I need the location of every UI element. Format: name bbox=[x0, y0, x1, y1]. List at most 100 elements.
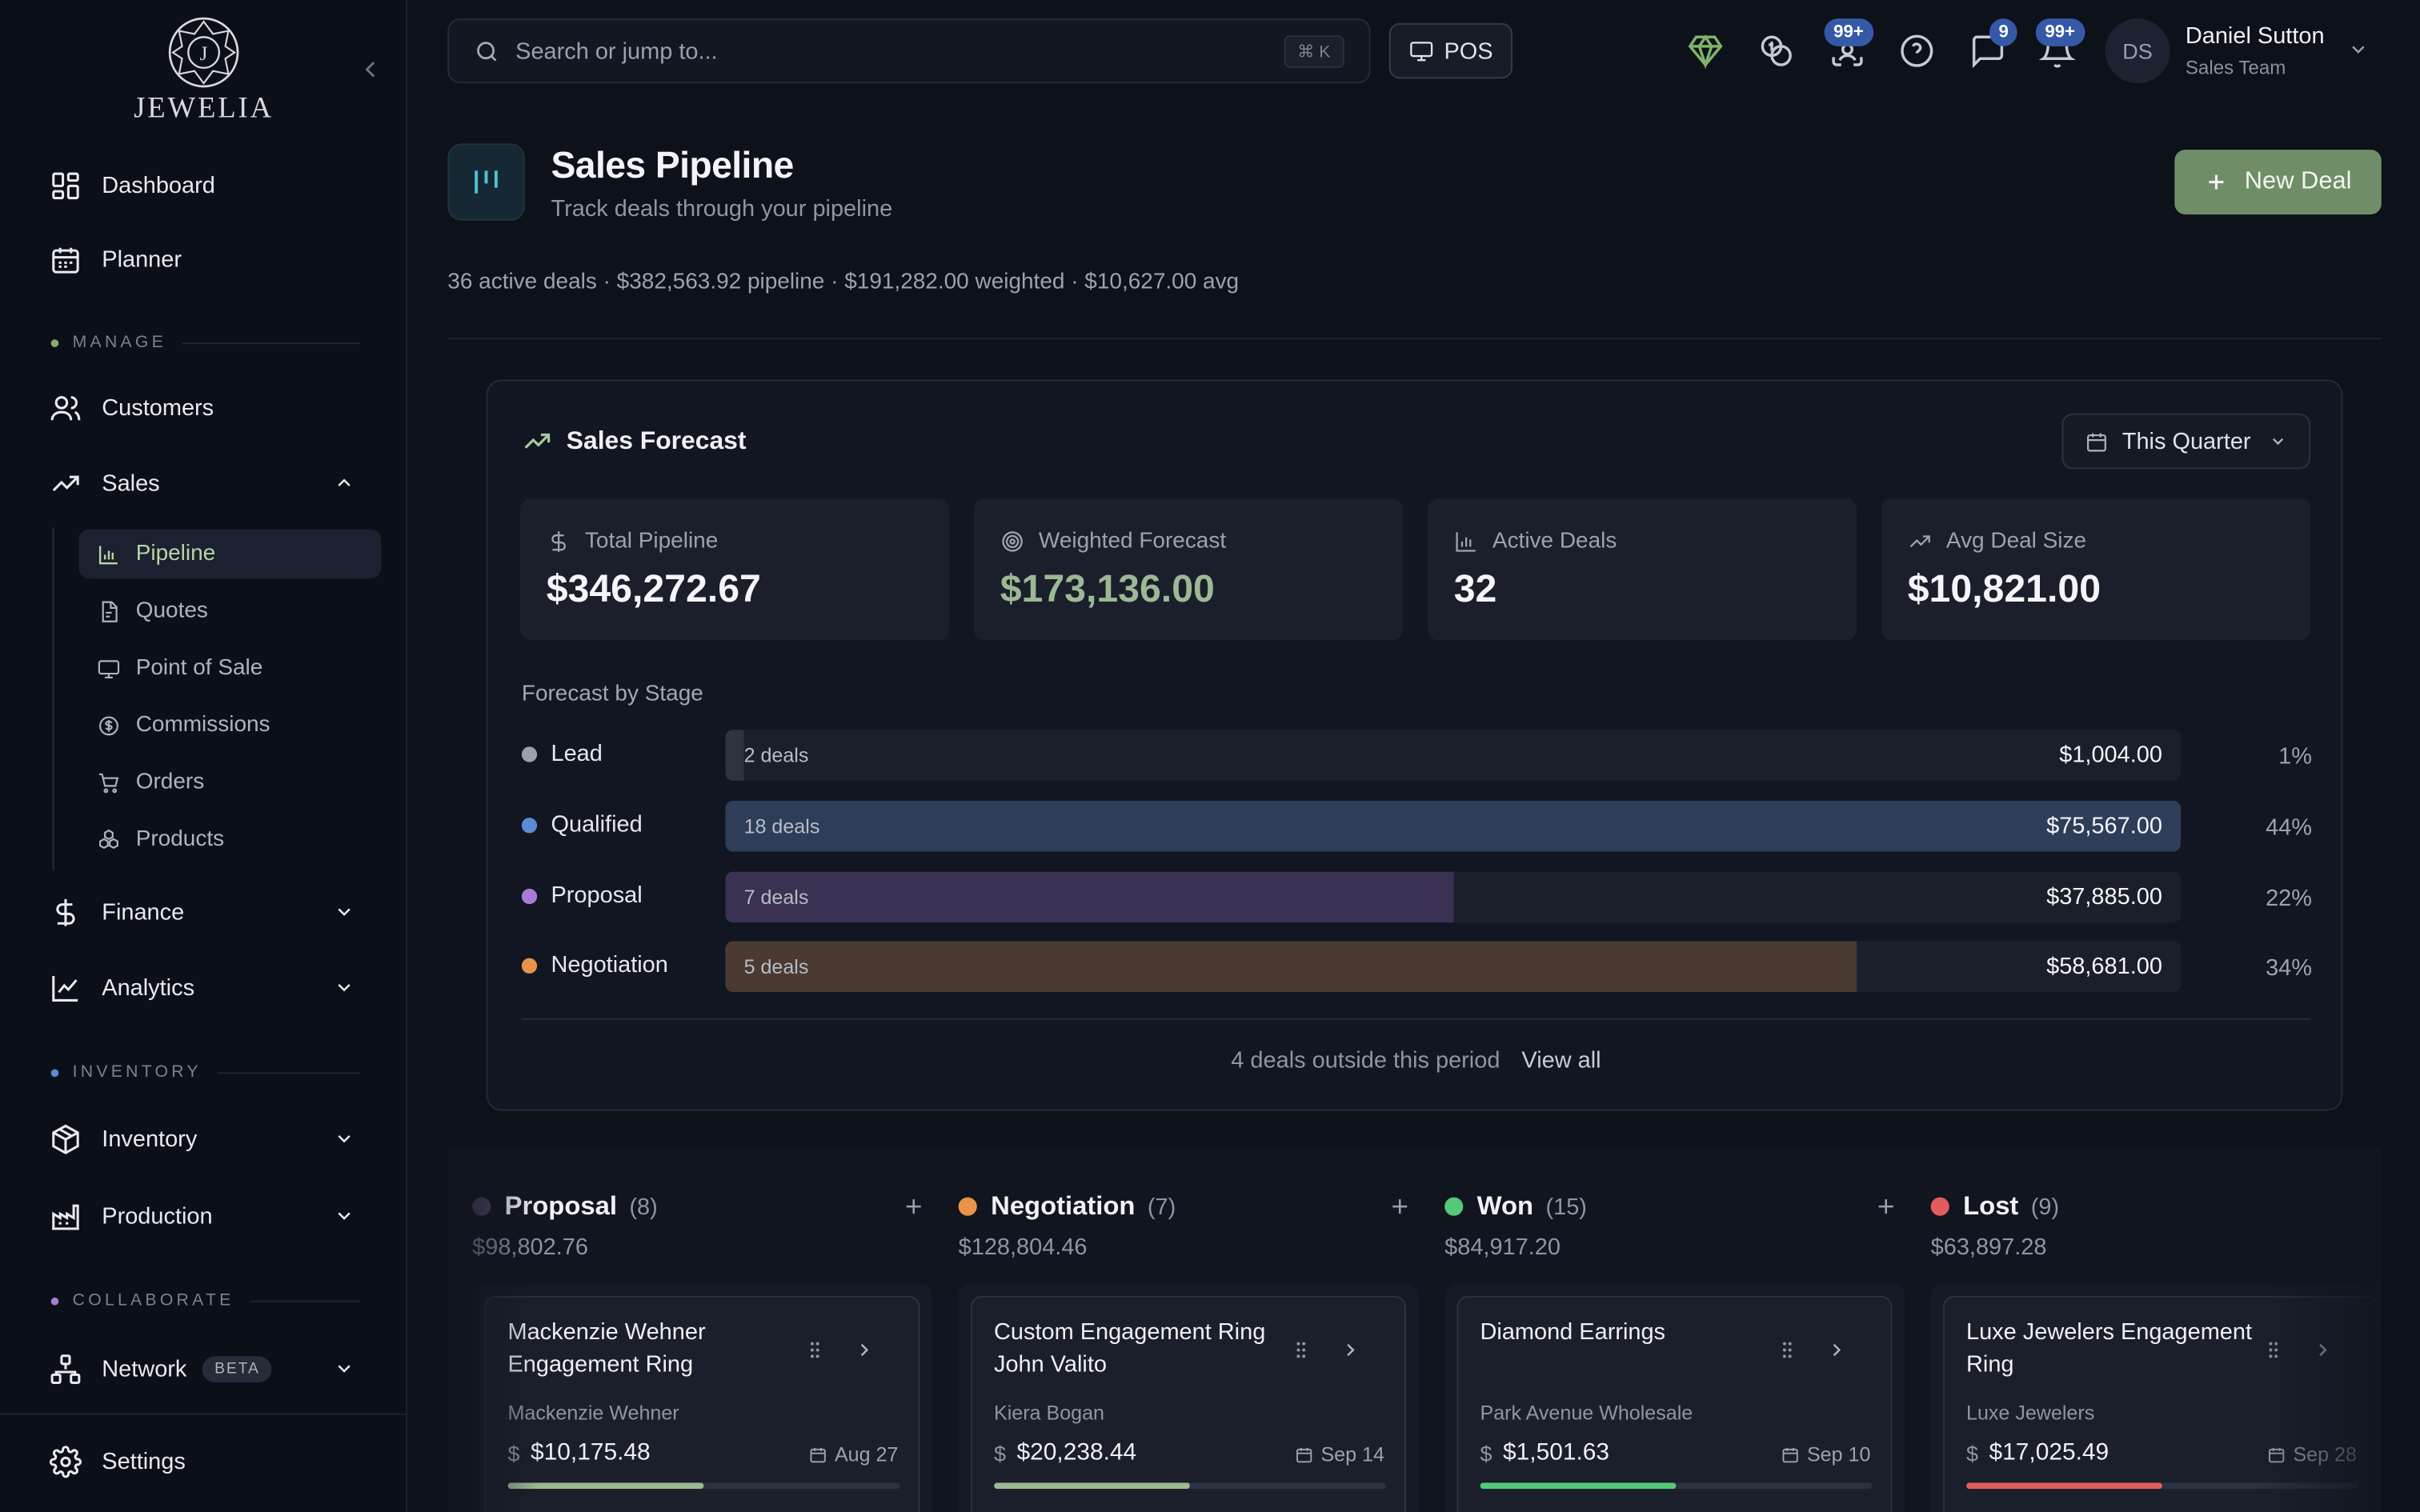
sidebar-item-settings[interactable]: Settings bbox=[49, 1442, 186, 1479]
dollar-icon: $ bbox=[993, 1441, 1007, 1466]
chevron-down-icon[interactable] bbox=[334, 901, 355, 922]
page-subtitle: Track deals through your pipeline bbox=[551, 195, 893, 222]
brand-name: JEWELIA bbox=[134, 92, 274, 126]
pos-label: POS bbox=[1444, 38, 1493, 65]
subnav-item-label: Pipeline bbox=[135, 541, 216, 566]
deal-date: Sep 10 bbox=[1781, 1442, 1870, 1466]
line-chart-icon bbox=[52, 975, 78, 1001]
stage-deal-count: 2 deals bbox=[743, 743, 809, 767]
sidebar-item-dashboard[interactable]: Dashboard bbox=[50, 166, 215, 203]
subnav-item-pipeline[interactable]: Pipeline bbox=[78, 529, 382, 579]
column-count: (8) bbox=[629, 1193, 658, 1220]
chevron-right-icon[interactable] bbox=[1825, 1339, 1847, 1361]
chevron-down-icon[interactable] bbox=[334, 1205, 355, 1226]
deal-date-text: Sep 10 bbox=[1806, 1442, 1871, 1466]
chevron-down-icon[interactable] bbox=[334, 1358, 355, 1379]
chevron-right-icon[interactable] bbox=[853, 1339, 875, 1361]
subnav-item-point-of-sale[interactable]: Point of Sale bbox=[78, 643, 381, 693]
sidebar-item-production[interactable]: Production bbox=[50, 1198, 359, 1234]
deal-progress-fill bbox=[993, 1482, 1190, 1490]
plus-icon[interactable] bbox=[1873, 1194, 1898, 1219]
calendar-icon bbox=[2268, 1446, 2284, 1462]
drag-handle-icon[interactable] bbox=[2262, 1339, 2284, 1361]
chevron-up-icon[interactable] bbox=[334, 472, 355, 494]
chevron-right-icon[interactable] bbox=[1340, 1339, 1361, 1361]
sidebar-item-label: Dashboard bbox=[102, 172, 215, 198]
network-icon bbox=[50, 1354, 81, 1384]
document-icon bbox=[102, 600, 118, 622]
stage-name-text: Lead bbox=[551, 740, 603, 767]
stage-percent: 1% bbox=[2278, 743, 2312, 770]
drag-handle-icon[interactable] bbox=[1777, 1339, 1798, 1361]
drag-handle-icon[interactable] bbox=[804, 1339, 826, 1361]
scan-badge: 99+ bbox=[1824, 18, 1873, 46]
pos-button[interactable]: POS bbox=[1388, 22, 1512, 79]
chevron-right-icon[interactable] bbox=[2312, 1339, 2334, 1361]
section-dot bbox=[50, 1296, 59, 1305]
sidebar-item-network[interactable]: Network BETA bbox=[50, 1350, 359, 1386]
deal-card[interactable]: Diamond Earrings Park Avenue Wholesale $… bbox=[1456, 1295, 1893, 1512]
column-name: Won bbox=[1476, 1190, 1534, 1221]
stat-value: $173,136.00 bbox=[1000, 567, 1215, 611]
pipeline-board: Proposal (8) $98,802.76 Mackenzie Wehner … bbox=[447, 1147, 2382, 1512]
coins-icon[interactable] bbox=[1758, 32, 1795, 69]
stage-bar[interactable]: 18 deals $75,567.00 bbox=[725, 800, 2182, 852]
stage-bar[interactable]: 5 deals $58,681.00 bbox=[725, 941, 2182, 993]
subnav-item-label: Orders bbox=[135, 770, 205, 795]
boxes-icon bbox=[99, 828, 118, 849]
subnav-item-label: Quotes bbox=[135, 598, 208, 624]
bar-chart-icon bbox=[98, 545, 118, 564]
chevron-left-icon[interactable] bbox=[356, 55, 384, 83]
sidebar-item-inventory[interactable]: Inventory bbox=[50, 1120, 359, 1157]
deal-card[interactable]: Mackenzie Wehner Engagement Ring Mackenz… bbox=[484, 1295, 920, 1512]
chevron-down-icon[interactable] bbox=[334, 977, 355, 998]
new-deal-button[interactable]: New Deal bbox=[2174, 150, 2382, 215]
stat-label-text: Active Deals bbox=[1492, 529, 1617, 554]
column-name: Lost bbox=[1963, 1190, 2019, 1221]
sidebar-item-analytics[interactable]: Analytics bbox=[50, 969, 359, 1006]
section-inventory: INVENTORY bbox=[50, 1063, 360, 1082]
sidebar-item-finance[interactable]: Finance bbox=[50, 894, 359, 930]
sidebar-item-planner[interactable]: Planner bbox=[50, 241, 182, 278]
stage-name: Qualified bbox=[521, 811, 643, 838]
deal-card[interactable]: Custom Engagement Ring John Valito Kiera… bbox=[971, 1295, 1406, 1512]
sidebar-item-label: Customers bbox=[102, 394, 214, 421]
plus-icon[interactable] bbox=[1388, 1194, 1412, 1219]
column-body: Custom Engagement Ring John Valito Kiera… bbox=[958, 1283, 1419, 1512]
sidebar-item-sales[interactable]: Sales bbox=[50, 464, 359, 501]
search-placeholder: Search or jump to... bbox=[515, 38, 718, 65]
deal-title: Mackenzie Wehner Engagement Ring bbox=[507, 1318, 706, 1378]
column-name: Proposal bbox=[504, 1190, 617, 1221]
stat-weighted-forecast: Weighted Forecast $173,136.00 bbox=[973, 498, 1404, 641]
sidebar-item-label: Planner bbox=[102, 246, 182, 273]
deal-company: Kiera Bogan bbox=[993, 1401, 1105, 1425]
gem-icon[interactable] bbox=[1687, 32, 1724, 70]
help-icon[interactable] bbox=[1898, 32, 1935, 69]
subnav-item-products[interactable]: Products bbox=[78, 814, 381, 864]
forecast-by-stage-label: Forecast by Stage bbox=[521, 682, 703, 707]
pipeline-summary: 36 active deals · $382,563.92 pipeline ·… bbox=[447, 270, 1240, 295]
period-select[interactable]: This Quarter bbox=[2061, 413, 2311, 470]
subnav-item-orders[interactable]: Orders bbox=[78, 758, 381, 807]
avatar[interactable]: DS bbox=[2105, 18, 2170, 84]
chevron-down-icon[interactable] bbox=[2347, 38, 2369, 60]
deal-company: Mackenzie Wehner bbox=[507, 1401, 679, 1425]
deal-card[interactable]: Luxe Jewelers Engagement Ring Luxe Jewel… bbox=[1943, 1295, 2378, 1512]
trending-up-icon bbox=[1909, 535, 1930, 548]
stage-bar[interactable]: 7 deals $37,885.00 bbox=[725, 871, 2182, 923]
view-all-link[interactable]: View all bbox=[1521, 1047, 1601, 1074]
stage-bar[interactable]: 2 deals $1,004.00 bbox=[725, 730, 2182, 781]
brand-logo[interactable]: J JEWELIA bbox=[133, 15, 274, 126]
sales-forecast-panel: Sales Forecast This Quarter Total Pipeli… bbox=[486, 379, 2343, 1111]
stage-name: Proposal bbox=[521, 882, 643, 909]
search-input[interactable]: Search or jump to... ⌘ K bbox=[447, 18, 1371, 84]
deal-amount: $ $10,175.48 bbox=[507, 1439, 650, 1467]
sidebar-item-customers[interactable]: Customers bbox=[50, 389, 214, 426]
user-name[interactable]: Daniel Sutton bbox=[2186, 23, 2325, 50]
chevron-down-icon[interactable] bbox=[334, 1128, 355, 1150]
column-header: Negotiation (7) bbox=[958, 1191, 1176, 1222]
plus-icon[interactable] bbox=[901, 1194, 926, 1219]
subnav-item-quotes[interactable]: Quotes bbox=[78, 586, 381, 636]
subnav-item-commissions[interactable]: Commissions bbox=[78, 701, 381, 750]
drag-handle-icon[interactable] bbox=[1290, 1339, 1312, 1361]
